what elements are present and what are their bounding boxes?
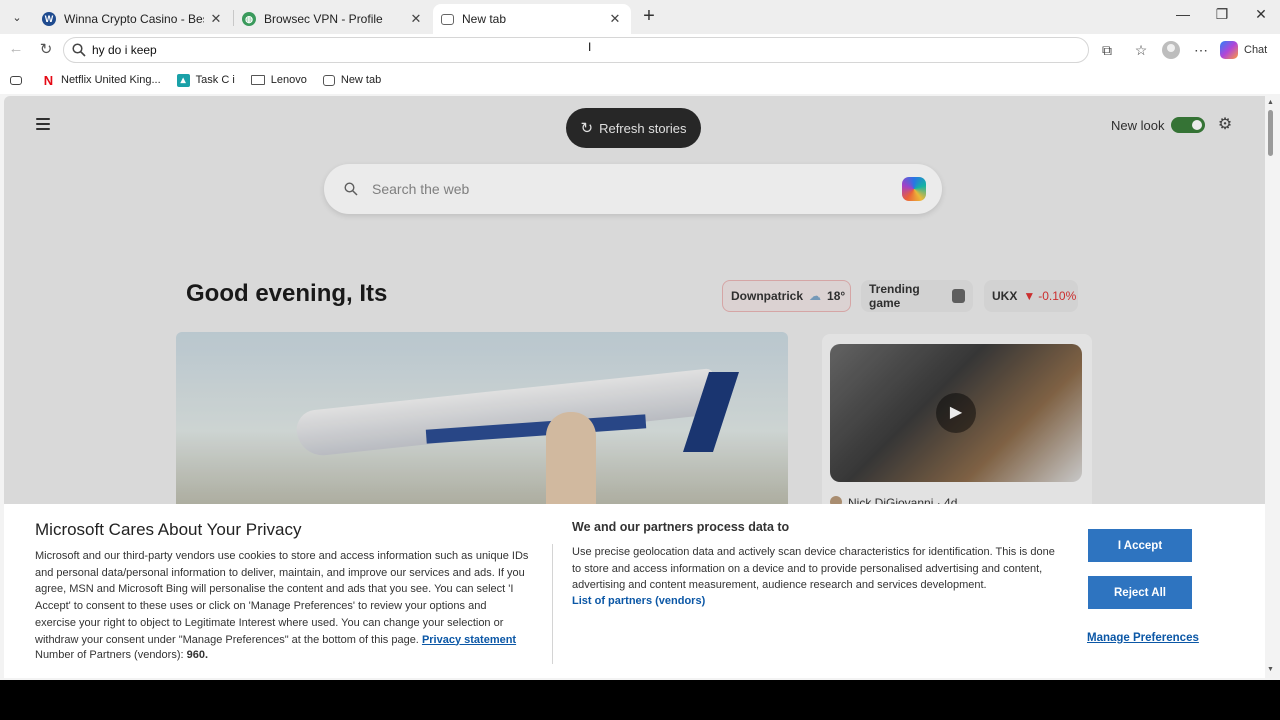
bookmark-label: Lenovo [270,74,307,86]
bookmarks-menu-icon[interactable] [10,75,28,85]
bookmark-label: Netflix United King... [61,74,161,86]
toolbar: ← ↻ hy do i keep ⧉ ☆ ⋯ Chat [0,34,1280,66]
tab-actions-chevron-icon[interactable]: ⌄ [6,7,28,27]
tab-title: Winna Crypto Casino - Best Crypto [64,12,204,26]
tab-title: Browsec VPN - Profile [264,12,383,26]
process-text: Use precise geolocation data and activel… [572,546,1055,592]
bookmark-lenovo[interactable]: Lenovo [250,74,307,86]
accept-button[interactable]: I Accept [1088,529,1192,562]
bookmark-label: New tab [340,74,382,86]
tab-browsec[interactable]: ◍ Browsec VPN - Profile ✕ [234,4,432,34]
tab-strip: ⌄ W Winna Crypto Casino - Best Crypto ✕ … [0,0,1280,34]
chat-label: Chat [1244,44,1268,56]
more-options-icon[interactable]: ⋯ [1190,40,1212,60]
tab-close-icon[interactable]: ✕ [408,11,424,27]
tab-close-icon[interactable]: ✕ [208,11,224,27]
tab-close-icon[interactable]: ✕ [607,11,623,27]
globe-icon: ◍ [242,12,256,26]
newtab-icon [441,13,454,25]
restore-icon[interactable]: ❐ [1207,6,1237,28]
scroll-up-icon[interactable]: ▲ [1266,99,1275,108]
process-title: We and our partners process data to [572,520,790,534]
privacy-statement-link[interactable]: Privacy statement [422,634,516,646]
search-icon [72,43,86,57]
tab-winna[interactable]: W Winna Crypto Casino - Best Crypto ✕ [34,4,232,34]
reload-icon[interactable]: ↻ [35,40,57,60]
scroll-down-icon[interactable]: ▼ [1266,666,1275,675]
address-text[interactable]: hy do i keep [92,43,157,57]
bookmark-task[interactable]: ▴ Task C i [176,73,235,87]
copilot-chat-button[interactable]: Chat [1220,40,1267,60]
privacy-body-text: Microsoft and our third-party vendors us… [35,550,529,646]
newtab-icon [322,74,335,86]
back-icon[interactable]: ← [5,40,27,60]
scroll-thumb[interactable] [1268,110,1273,156]
bookmarks-bar: N Netflix United King... ▴ Task C i Leno… [0,66,1280,94]
bookmark-netflix[interactable]: N Netflix United King... [42,72,161,88]
partners-count-line: Number of Partners (vendors): 960. [35,649,208,661]
task-icon: ▴ [176,73,190,87]
page-scrollbar[interactable]: ▲ ▼ [1265,96,1276,678]
copilot-icon [1220,41,1238,59]
new-tab-plus-icon[interactable]: + [638,6,660,28]
tab-title: New tab [462,12,507,26]
partners-count-value: 960. [186,649,209,661]
privacy-body: Microsoft and our third-party vendors us… [35,548,530,648]
tab-new-tab[interactable]: New tab ✕ [433,4,631,34]
close-window-icon[interactable]: ✕ [1246,6,1276,28]
manage-preferences-link[interactable]: Manage Preferences [1087,632,1199,644]
avatar [1162,41,1180,59]
favorites-icon[interactable]: ☆ [1130,40,1152,60]
privacy-title: Microsoft Cares About Your Privacy [35,520,302,539]
extensions-icon[interactable]: ⧉ [1096,40,1118,60]
partners-list-link[interactable]: List of partners (vendors) [572,595,705,607]
browser-window: ⌄ W Winna Crypto Casino - Best Crypto ✕ … [0,0,1280,680]
minimize-icon[interactable]: — [1168,6,1198,28]
address-bar[interactable]: hy do i keep [63,37,1089,63]
privacy-banner: Microsoft Cares About Your Privacy Micro… [4,504,1265,678]
bookmark-new-tab[interactable]: New tab [322,74,382,86]
folder-icon [250,75,265,85]
reject-all-button[interactable]: Reject All [1088,576,1192,609]
banner-divider [552,544,553,664]
profile-icon[interactable] [1160,40,1182,60]
text-cursor-icon: I [588,40,592,54]
wordpress-icon: W [42,12,56,26]
bookmark-label: Task C i [195,74,235,86]
netflix-icon: N [43,72,54,88]
partners-count-label: Number of Partners (vendors): [35,649,184,661]
